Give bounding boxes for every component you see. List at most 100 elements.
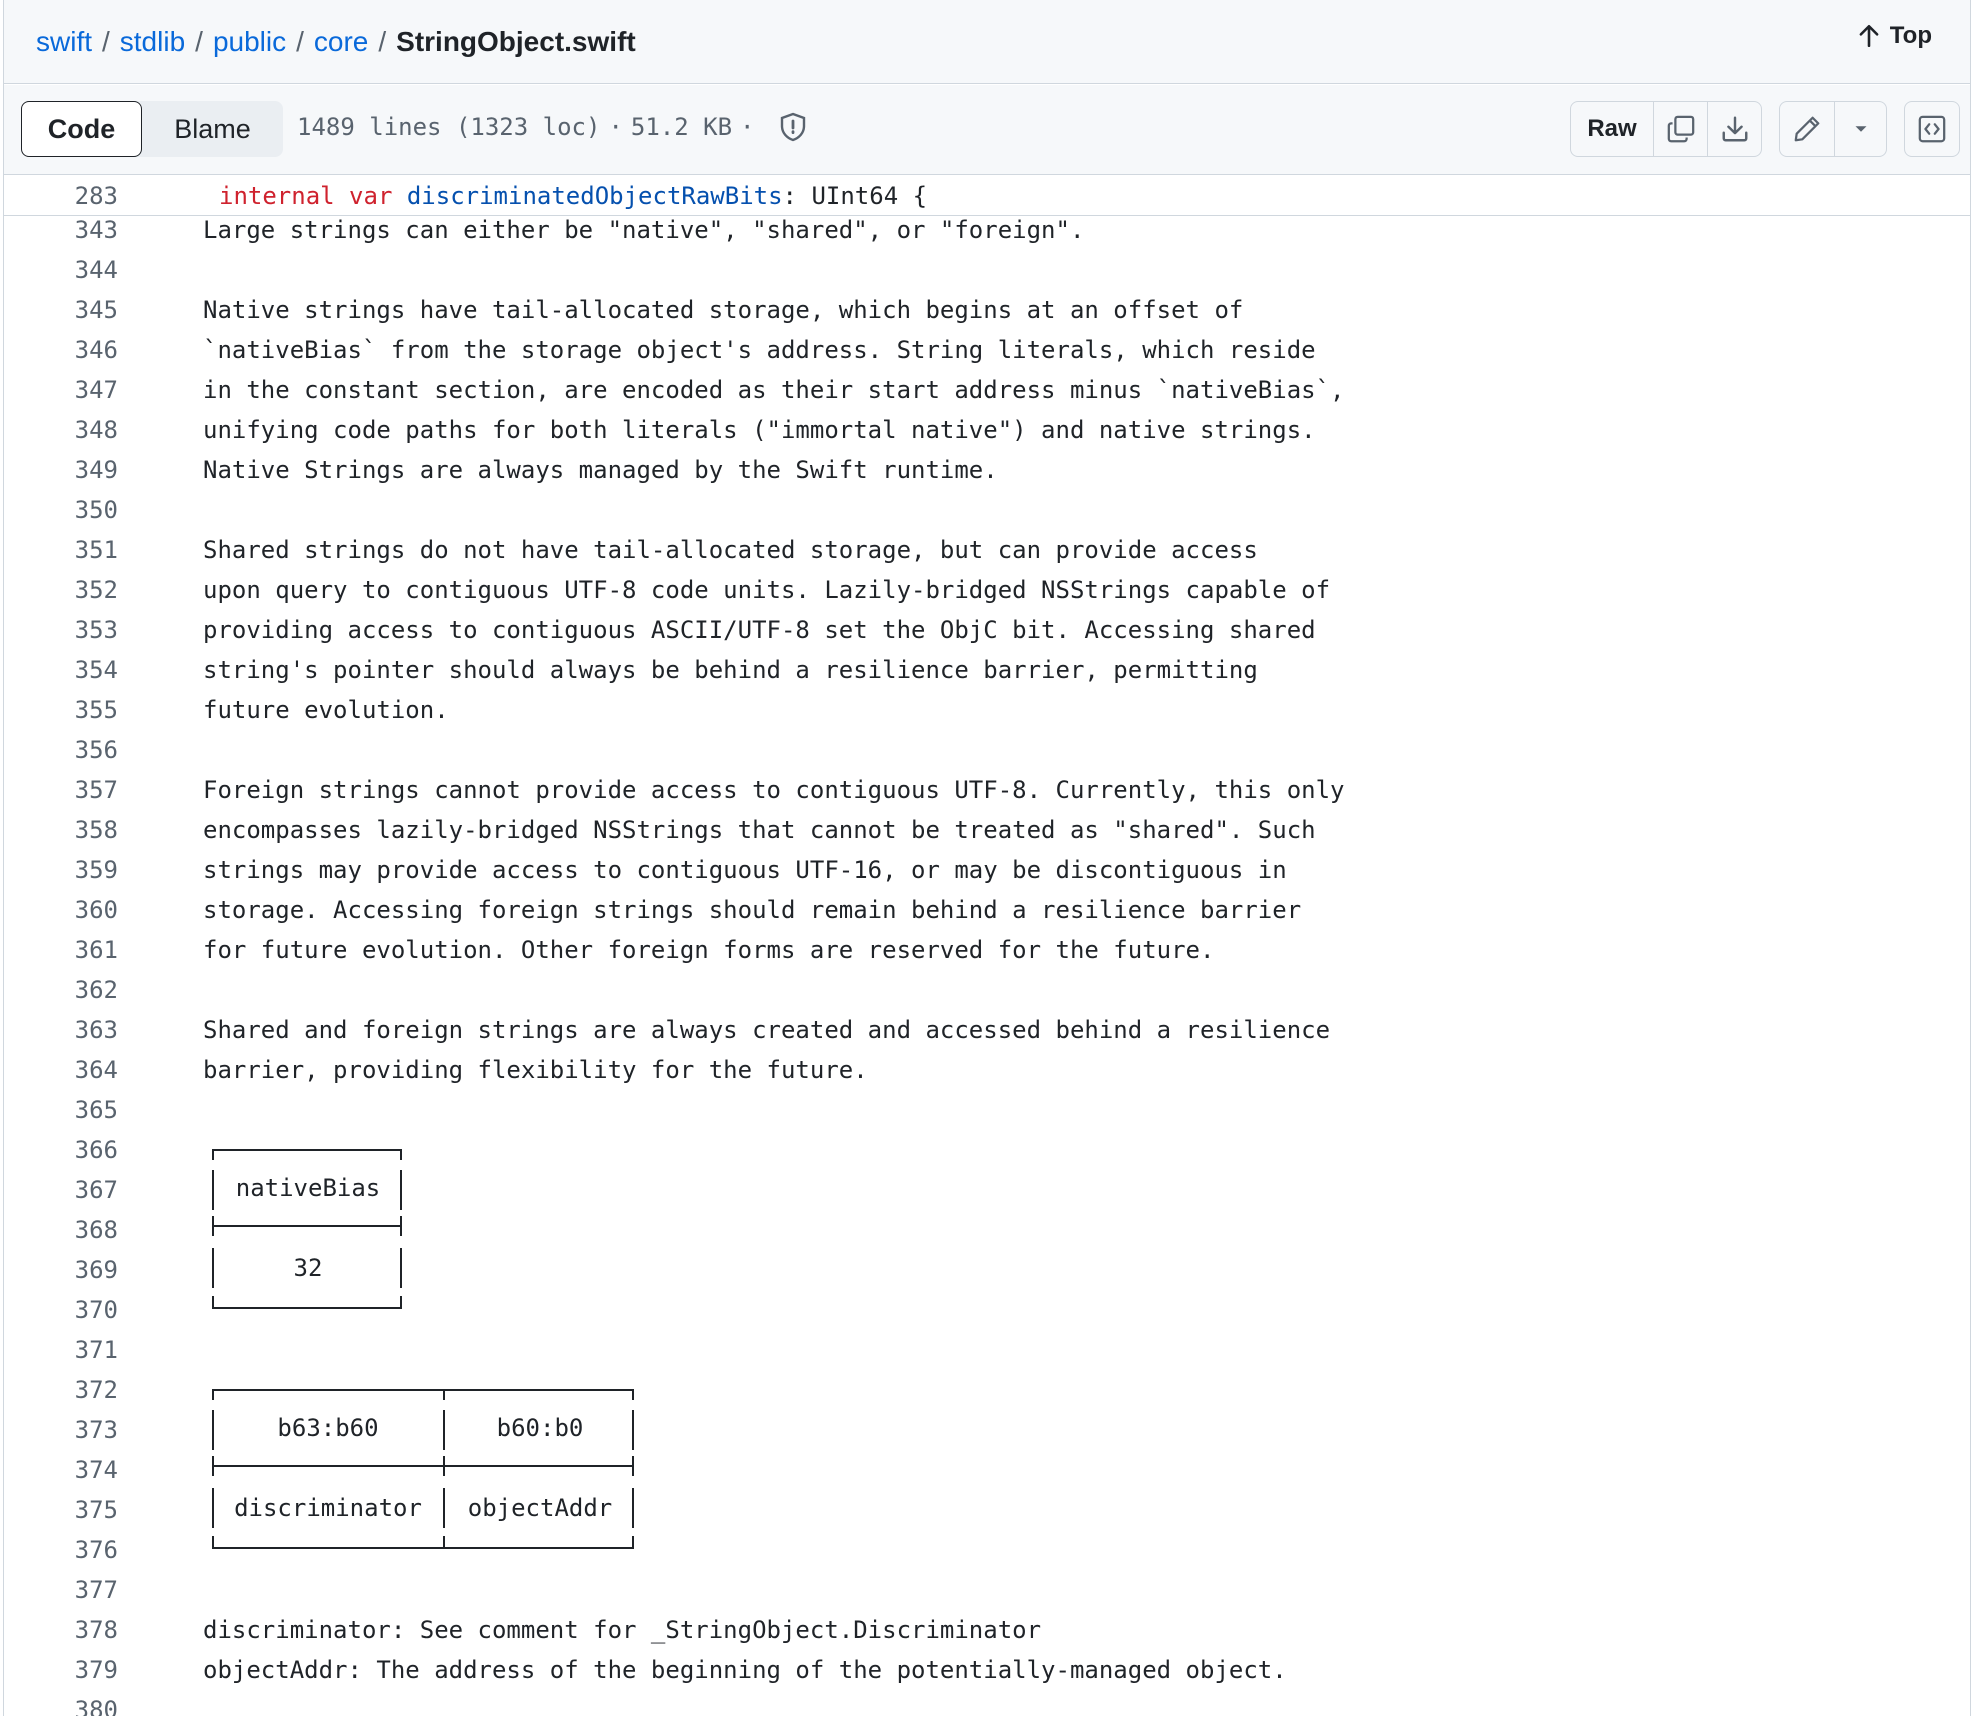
line-number[interactable]: 343 (4, 215, 118, 245)
line-number[interactable]: 365 (4, 1095, 118, 1125)
line-number[interactable]: 349 (4, 455, 118, 485)
line-number[interactable]: 371 (4, 1335, 118, 1365)
file-header: swift / stdlib / public / core / StringO… (4, 0, 1970, 84)
line-number[interactable]: 379 (4, 1655, 118, 1685)
code-line[interactable]: 362 (4, 975, 1970, 1015)
shield-icon[interactable] (777, 111, 809, 143)
code-text: objectAddr: The address of the beginning… (203, 1656, 1287, 1684)
line-number[interactable]: 344 (4, 255, 118, 285)
line-number[interactable]: 372 (4, 1375, 118, 1405)
line-number[interactable]: 364 (4, 1055, 118, 1085)
code-square-icon (1918, 115, 1946, 143)
line-number[interactable]: 373 (4, 1415, 118, 1445)
edit-button[interactable] (1780, 102, 1834, 156)
line-number[interactable]: 362 (4, 975, 118, 1005)
line-number[interactable]: 366 (4, 1135, 118, 1165)
line-number[interactable]: 353 (4, 615, 118, 645)
code-line[interactable]: 346 `nativeBias` from the storage object'… (4, 335, 1970, 375)
code-line[interactable]: 364 barrier, providing flexibility for th… (4, 1055, 1970, 1095)
code-line[interactable]: 345 Native strings have tail-allocated st… (4, 295, 1970, 335)
line-number[interactable]: 356 (4, 735, 118, 765)
code-line[interactable]: 356 (4, 735, 1970, 775)
native-bias-box-outline (212, 1149, 402, 1309)
code-line[interactable]: 353 providing access to contiguous ASCII/… (4, 615, 1970, 655)
line-number[interactable]: 380 (4, 1695, 118, 1716)
code-line[interactable]: 344 (4, 255, 1970, 295)
code-line[interactable]: 365 (4, 1095, 1970, 1135)
line-number[interactable]: 360 (4, 895, 118, 925)
code-text: providing access to contiguous ASCII/UTF… (203, 616, 1316, 644)
code-line[interactable]: 352 upon query to contiguous UTF-8 code u… (4, 575, 1970, 615)
code-line[interactable]: 359 strings may provide access to contigu… (4, 855, 1970, 895)
line-number[interactable]: 358 (4, 815, 118, 845)
code-line[interactable]: 351 Shared strings do not have tail-alloc… (4, 535, 1970, 575)
code-text: Foreign strings cannot provide access to… (203, 776, 1345, 804)
line-number[interactable]: 350 (4, 495, 118, 525)
line-number[interactable]: 354 (4, 655, 118, 685)
line-number[interactable]: 376 (4, 1535, 118, 1565)
line-number[interactable]: 374 (4, 1455, 118, 1485)
tab-code[interactable]: Code (21, 101, 142, 157)
code-line[interactable]: 357 Foreign strings cannot provide access… (4, 775, 1970, 815)
sticky-code-text: internal var discriminatedObjectRawBits:… (219, 182, 927, 210)
code-line[interactable]: 361 for future evolution. Other foreign f… (4, 935, 1970, 975)
code-line[interactable]: 350 (4, 495, 1970, 535)
symbols-panel-button[interactable] (1905, 102, 1959, 156)
line-number[interactable]: 352 (4, 575, 118, 605)
code-line[interactable]: 354 string's pointer should always be beh… (4, 655, 1970, 695)
code-line[interactable]: 363 Shared and foreign strings are always… (4, 1015, 1970, 1055)
code-text: Native strings have tail-allocated stora… (203, 296, 1244, 324)
line-number[interactable]: 368 (4, 1215, 118, 1245)
download-icon (1722, 116, 1747, 142)
breadcrumb-link-swift[interactable]: swift (36, 26, 92, 58)
identifier: discriminatedObjectRawBits (406, 182, 783, 210)
breadcrumb-link-stdlib[interactable]: stdlib (120, 26, 185, 58)
edit-dropdown-button[interactable] (1834, 102, 1886, 156)
line-number[interactable]: 348 (4, 415, 118, 445)
line-number[interactable]: 355 (4, 695, 118, 725)
line-number[interactable]: 351 (4, 535, 118, 565)
line-number[interactable]: 377 (4, 1575, 118, 1605)
line-number[interactable]: 357 (4, 775, 118, 805)
line-number[interactable]: 359 (4, 855, 118, 885)
code-line[interactable]: 349 Native Strings are always managed by … (4, 455, 1970, 495)
code-line[interactable]: 378 discriminator: See comment for _Strin… (4, 1615, 1970, 1655)
line-count: 1489 lines (1323 loc) (297, 113, 601, 141)
object-addr-cell: objectAddr (467, 1494, 613, 1522)
code-line[interactable]: 347 in the constant section, are encoded … (4, 375, 1970, 415)
raw-button[interactable]: Raw (1571, 102, 1653, 156)
line-number[interactable]: 283 (4, 182, 118, 210)
file-size: 51.2 KB (630, 113, 733, 141)
sticky-scope-line[interactable]: 283 internal var discriminatedObjectRawB… (4, 176, 1970, 216)
code-line[interactable]: 380 (4, 1695, 1970, 1716)
code-line[interactable]: 371 (4, 1335, 1970, 1375)
code-text: `nativeBias` from the storage object's a… (203, 336, 1316, 364)
breadcrumb-link-public[interactable]: public (213, 26, 286, 58)
code-line[interactable]: 343 Large strings can either be "native",… (4, 215, 1970, 255)
top-button[interactable]: Top (1856, 22, 1932, 50)
code-line[interactable]: 379 objectAddr: The address of the beginn… (4, 1655, 1970, 1695)
line-number[interactable]: 347 (4, 375, 118, 405)
line-number[interactable]: 363 (4, 1015, 118, 1045)
file-viewer: swift / stdlib / public / core / StringO… (3, 0, 1971, 1716)
breadcrumb: swift / stdlib / public / core / StringO… (36, 26, 636, 58)
code-line[interactable]: 348 unifying code paths for both literals… (4, 415, 1970, 455)
line-number[interactable]: 345 (4, 295, 118, 325)
breadcrumb-link-core[interactable]: core (314, 26, 368, 58)
code-text: Shared and foreign strings are always cr… (203, 1016, 1331, 1044)
pencil-icon (1794, 116, 1820, 142)
line-number[interactable]: 367 (4, 1175, 118, 1205)
line-number[interactable]: 369 (4, 1255, 118, 1285)
line-number[interactable]: 346 (4, 335, 118, 365)
code-line[interactable]: 360 storage. Accessing foreign strings sh… (4, 895, 1970, 935)
copy-raw-button[interactable] (1653, 102, 1707, 156)
code-line[interactable]: 358 encompasses lazily-bridged NSStrings … (4, 815, 1970, 855)
code-line[interactable]: 377 (4, 1575, 1970, 1615)
line-number[interactable]: 378 (4, 1615, 118, 1645)
line-number[interactable]: 370 (4, 1295, 118, 1325)
line-number[interactable]: 361 (4, 935, 118, 965)
code-line[interactable]: 355 future evolution. (4, 695, 1970, 735)
line-number[interactable]: 375 (4, 1495, 118, 1525)
download-button[interactable] (1707, 102, 1761, 156)
tab-blame[interactable]: Blame (142, 101, 283, 157)
